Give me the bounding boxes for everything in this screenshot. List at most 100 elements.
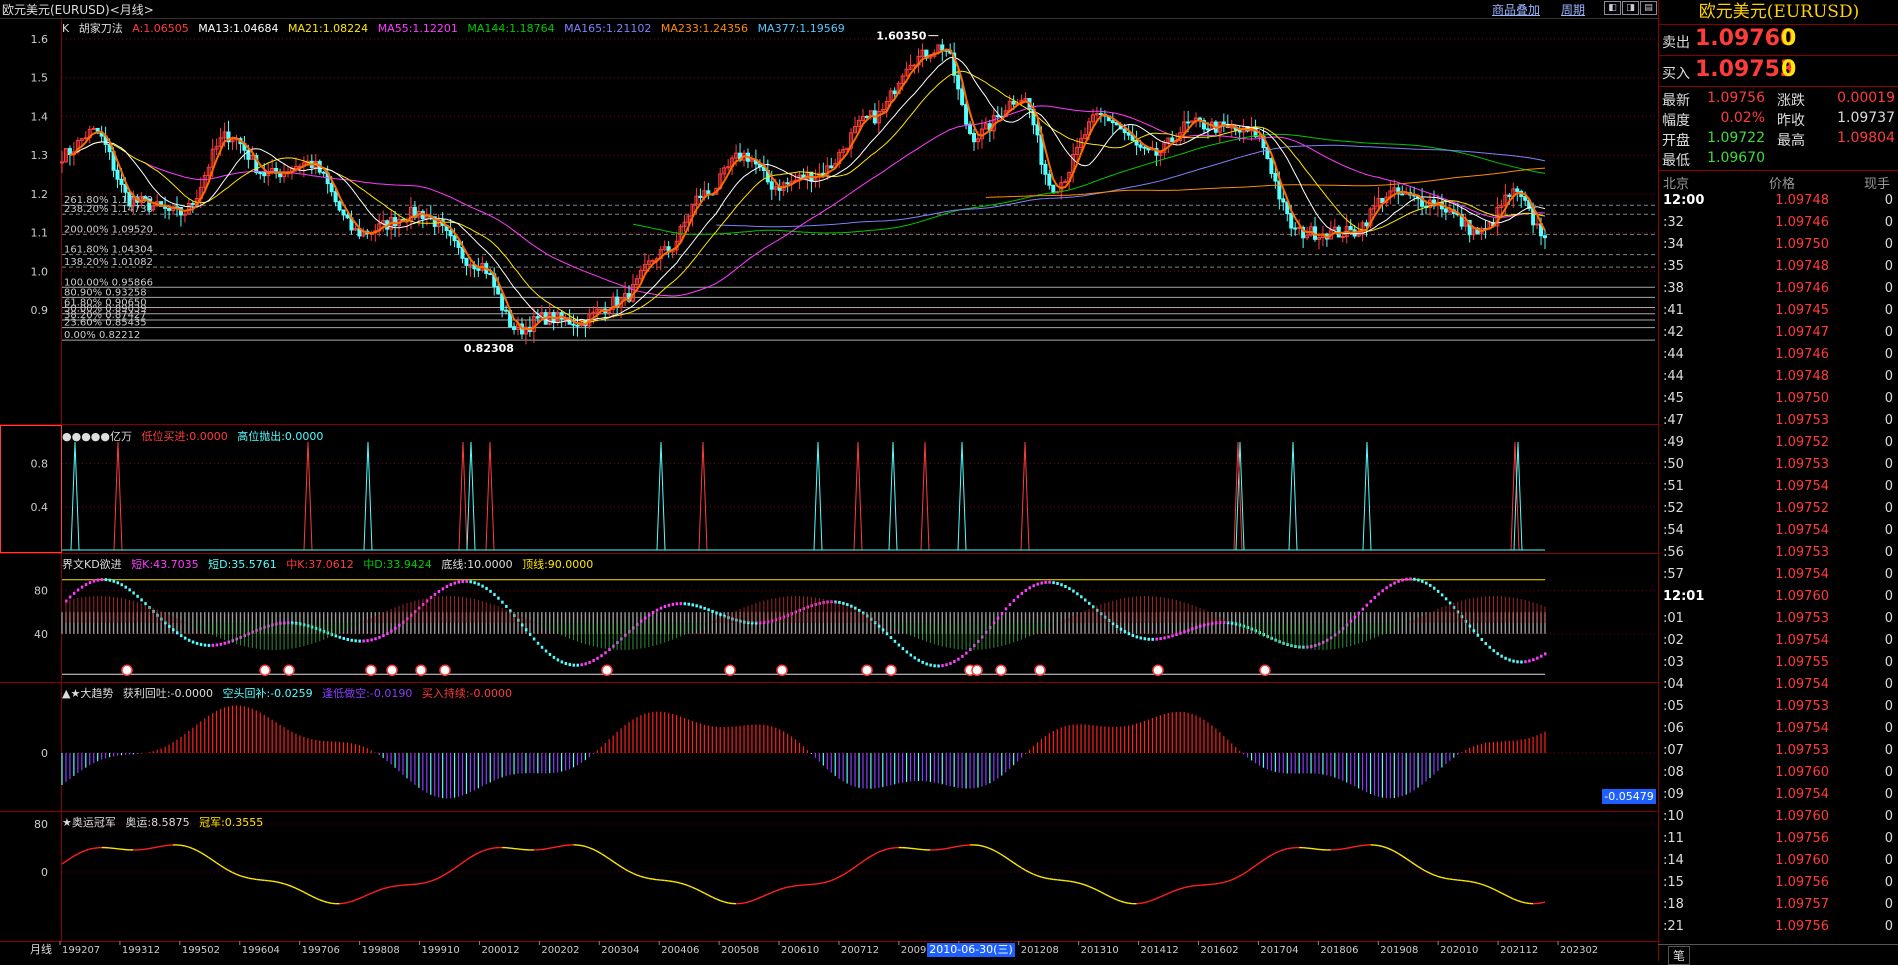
tick-price: 1.09748 <box>1749 369 1829 384</box>
champion-segment <box>205 855 209 858</box>
kd-k-dot <box>596 657 599 660</box>
tick-price: 1.09750 <box>1749 237 1829 252</box>
champion-segment <box>1497 891 1501 893</box>
tick-time: :10 <box>1663 809 1684 824</box>
tick-price: 1.09754 <box>1749 567 1829 582</box>
champion-segment <box>720 901 724 902</box>
champion-segment <box>831 879 835 881</box>
champion-segment <box>1541 902 1545 903</box>
kd-k-dot <box>69 596 72 599</box>
kd-k-dot <box>672 603 675 606</box>
buy-smiley-icon <box>416 665 426 675</box>
kd-k-dot <box>224 642 227 645</box>
kd-k-dot <box>1191 627 1194 630</box>
kd-k-dot <box>136 595 139 598</box>
candle-body <box>1036 125 1039 135</box>
champion-segment <box>1113 898 1117 900</box>
candle-body <box>1099 114 1102 115</box>
kd-k-dot <box>961 655 964 658</box>
champion-segment <box>153 847 157 848</box>
stat-value: 1.09804 <box>1809 130 1895 146</box>
tick-time: :03 <box>1663 655 1684 670</box>
bottom-line-value: 底线:10.0000 <box>441 558 512 571</box>
champion-segment <box>320 900 324 901</box>
kd-k-dot <box>481 585 484 588</box>
champion-segment <box>1192 886 1196 887</box>
dip-short-value: 逢低做空:-0.0190 <box>322 687 412 700</box>
kd-k-dot <box>370 638 373 641</box>
kd-k-dot <box>1147 638 1150 641</box>
kd-k-dot <box>1377 593 1380 596</box>
champion-segment <box>324 901 328 902</box>
champion-segment <box>756 898 760 900</box>
candle-body <box>1365 223 1368 226</box>
stat-label: 最高 <box>1777 130 1805 150</box>
kd-k-dot <box>1433 587 1436 590</box>
candle-body <box>1349 227 1352 230</box>
signal-spike <box>814 442 822 550</box>
tick-volume: 0 <box>1859 347 1893 362</box>
tick-list[interactable]: 12:001.097480:321.097460:341.097500:351.… <box>1659 190 1898 942</box>
champion-segment <box>344 903 348 904</box>
buy-smiley-icon <box>972 665 982 675</box>
tick-row: :321.097460 <box>1659 212 1898 234</box>
mid-k-value: 中K:37.0612 <box>286 558 353 571</box>
champion-segment <box>1418 867 1422 869</box>
candle-body <box>1127 133 1130 136</box>
champion-segment <box>1101 892 1105 894</box>
kd-k-dot <box>1354 616 1357 619</box>
champion-segment <box>954 846 958 847</box>
tick-time: :34 <box>1663 237 1684 252</box>
tick-volume: 0 <box>1859 545 1893 560</box>
candle-body <box>1230 127 1233 128</box>
buy-smiley-icon <box>862 665 872 675</box>
kd-k-dot <box>1528 659 1531 662</box>
tick-price: 1.09746 <box>1749 347 1829 362</box>
kd-k-dot <box>537 642 540 645</box>
champion-segment <box>1394 851 1398 853</box>
champion-segment <box>724 902 728 903</box>
tick-row: :081.097600 <box>1659 762 1898 784</box>
layout-full-icon[interactable]: ▤ <box>1640 1 1657 15</box>
kd-k-dot <box>1175 633 1178 636</box>
kd-k-dot <box>676 602 679 605</box>
kd-k-dot <box>1231 622 1234 625</box>
layout-right-icon[interactable]: ◨ <box>1622 1 1639 15</box>
champion-segment <box>1355 846 1359 847</box>
kd-k-dot <box>97 579 100 582</box>
kd-k-dot <box>212 644 215 647</box>
candle-body <box>961 89 964 105</box>
champion-value: 冠军:0.3555 <box>199 816 263 829</box>
tick-price: 1.09754 <box>1749 721 1829 736</box>
candle-body <box>1536 224 1539 225</box>
overlay-link[interactable]: 商品叠加 <box>1492 1 1540 18</box>
kd-k-dot <box>541 646 544 649</box>
kd-k-dot <box>652 611 655 614</box>
tick-time: :11 <box>1663 831 1684 846</box>
kd-k-dot <box>691 603 694 606</box>
candle-body <box>1135 140 1138 145</box>
candle-body <box>346 215 349 218</box>
tick-volume: 0 <box>1859 303 1893 318</box>
sell-row[interactable]: 卖出 1.09760 0 <box>1659 25 1898 56</box>
kd-k-dot <box>390 630 393 633</box>
champion-segment <box>843 872 847 874</box>
kd-k-dot <box>1385 586 1388 589</box>
candle-body <box>497 286 500 293</box>
tick-time: :47 <box>1663 413 1684 428</box>
tick-time: :57 <box>1663 567 1684 582</box>
kd-k-dot <box>1496 652 1499 655</box>
cursor-date-label: 2010-06-30(三) <box>929 943 1013 956</box>
candle-body <box>1290 213 1293 228</box>
buy-row[interactable]: 买入 1.09753 0 <box>1659 56 1898 87</box>
tick-price: 1.09753 <box>1749 457 1829 472</box>
kd-k-dot <box>1429 584 1432 587</box>
layout-left-icon[interactable]: ◧ <box>1604 1 1621 15</box>
ma13-value: MA13:1.04684 <box>198 22 278 35</box>
champion-segment <box>1351 847 1355 848</box>
candle-body <box>572 324 575 325</box>
tick-volume: 0 <box>1859 875 1893 890</box>
period-link[interactable]: 周期 <box>1561 1 1585 18</box>
tab-trades[interactable]: 笔 <box>1668 946 1690 965</box>
x-tick-label: 199502 <box>182 945 220 956</box>
